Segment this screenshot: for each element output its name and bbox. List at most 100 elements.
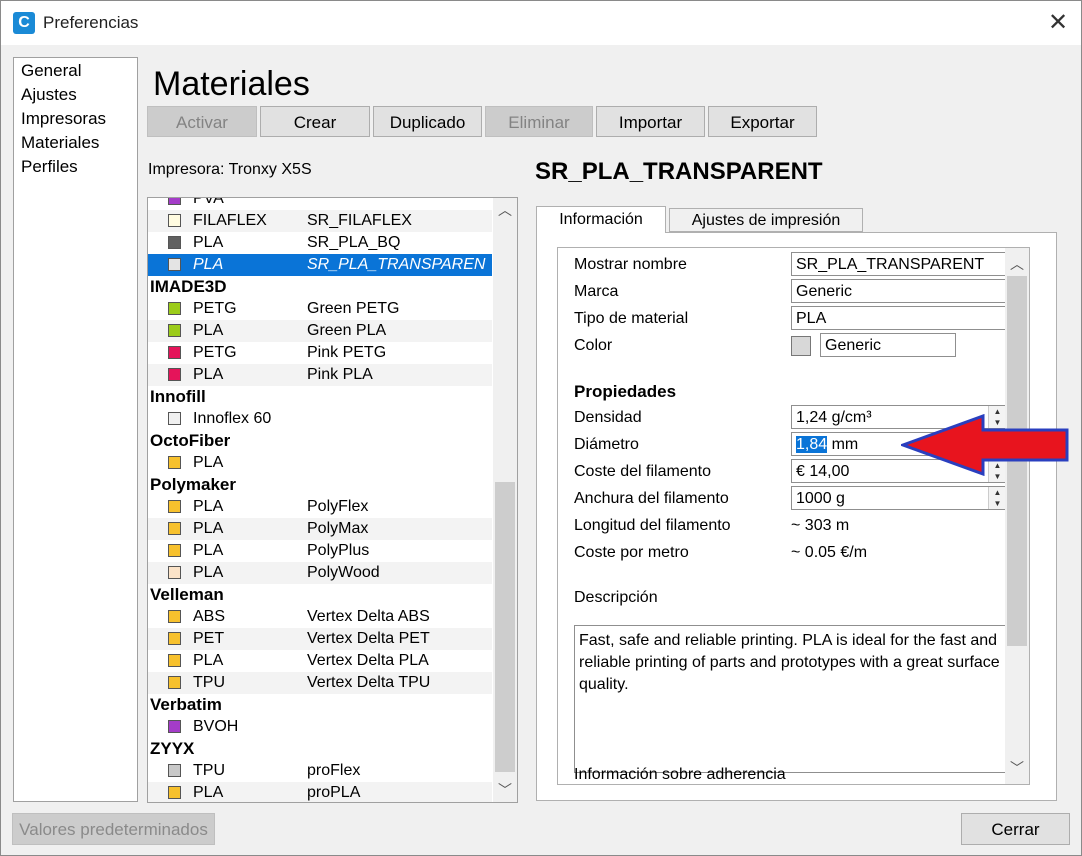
material-row[interactable]: PLA PolyFlex bbox=[148, 496, 492, 518]
material-row[interactable]: PLA SR_PLA_BQ bbox=[148, 232, 492, 254]
material-name: Pink PLA bbox=[307, 366, 373, 383]
material-name: SR_PLA_BQ bbox=[307, 234, 401, 251]
material-color-swatch bbox=[168, 346, 181, 359]
material-row-selected[interactable]: PLA SR_PLA_TRANSPAREN bbox=[148, 254, 492, 276]
material-name: PolyPlus bbox=[307, 542, 370, 559]
duplicate-button[interactable]: Duplicado bbox=[373, 106, 482, 137]
export-button[interactable]: Exportar bbox=[708, 106, 817, 137]
material-row[interactable]: PLA PolyPlus bbox=[148, 540, 492, 562]
material-name: Vertex Delta ABS bbox=[307, 608, 430, 625]
diameter-unit: mm bbox=[827, 436, 859, 453]
close-window-icon[interactable]: ✕ bbox=[1041, 7, 1075, 39]
material-name: PolyFlex bbox=[307, 498, 369, 515]
filament-weight-label: Anchura del filamento bbox=[574, 490, 729, 507]
nav-item-settings[interactable]: Ajustes bbox=[21, 85, 77, 105]
material-row[interactable]: PLA bbox=[148, 452, 492, 474]
filament-cost-value: € 14,00 bbox=[796, 463, 850, 480]
material-row[interactable]: PVA bbox=[148, 198, 492, 210]
material-name: proPLA bbox=[307, 784, 361, 801]
display-name-field[interactable]: SR_PLA_TRANSPARENT bbox=[791, 252, 1007, 276]
display-name-label: Mostrar nombre bbox=[574, 256, 687, 273]
material-row[interactable]: TPU proFlex bbox=[148, 760, 492, 782]
close-button[interactable]: Cerrar bbox=[961, 813, 1070, 845]
material-row[interactable]: PLA Pink PLA bbox=[148, 364, 492, 386]
brand-name: Verbatim bbox=[150, 695, 222, 714]
create-button[interactable]: Crear bbox=[260, 106, 370, 137]
material-type-field[interactable]: PLA bbox=[791, 306, 1007, 330]
material-name: SR_FILAFLEX bbox=[307, 212, 412, 229]
scroll-down-icon[interactable]: ﹀ bbox=[1005, 758, 1029, 778]
material-type: PLA bbox=[193, 652, 224, 669]
tab-print-settings[interactable]: Ajustes de impresión bbox=[669, 208, 863, 232]
material-list-scrollbar[interactable]: ︿ ﹀ bbox=[493, 198, 517, 802]
page-title: Materiales bbox=[153, 65, 310, 103]
material-row[interactable]: PETG Green PETG bbox=[148, 298, 492, 320]
material-row[interactable]: FILAFLEX SR_FILAFLEX bbox=[148, 210, 492, 232]
material-brand-header: Velleman bbox=[148, 584, 492, 606]
material-name: SR_PLA_TRANSPAREN bbox=[307, 256, 486, 273]
filament-weight-field[interactable]: 1000 g ▲ ▼ bbox=[791, 486, 1007, 510]
cura-app-icon: C bbox=[13, 12, 35, 34]
material-row[interactable]: Innoflex 60 bbox=[148, 408, 492, 430]
material-color-swatch bbox=[168, 676, 181, 689]
scroll-down-icon[interactable]: ﹀ bbox=[493, 780, 517, 800]
scrollbar-thumb[interactable] bbox=[495, 482, 515, 772]
material-brand-header: Innofill bbox=[148, 386, 492, 408]
material-row[interactable]: PETG Pink PETG bbox=[148, 342, 492, 364]
filament-weight-spinner-icon[interactable]: ▲ ▼ bbox=[988, 487, 1006, 509]
information-panel: Mostrar nombre SR_PLA_TRANSPARENT Marca … bbox=[536, 232, 1057, 801]
material-row[interactable]: PLA proPLA bbox=[148, 782, 492, 802]
reset-defaults-button[interactable]: Valores predeterminados bbox=[12, 813, 215, 845]
title-bar: C Preferencias ✕ bbox=[1, 1, 1081, 45]
color-name-field[interactable]: Generic bbox=[820, 333, 956, 357]
cost-per-meter-value: ~ 0.05 €/m bbox=[791, 544, 868, 561]
material-row[interactable]: TPU Vertex Delta TPU bbox=[148, 672, 492, 694]
material-color-swatch bbox=[168, 198, 181, 205]
material-row[interactable]: ABS Vertex Delta ABS bbox=[148, 606, 492, 628]
filament-cost-label: Coste del filamento bbox=[574, 463, 711, 480]
material-row[interactable]: PLA Vertex Delta PLA bbox=[148, 650, 492, 672]
brand-name: Velleman bbox=[150, 585, 224, 604]
filament-weight-value: 1000 g bbox=[796, 490, 845, 507]
material-list-rows: PVA FILAFLEX SR_FILAFLEX PLA SR_PLA_BQ PLA SR_… bbox=[148, 198, 492, 802]
material-type: TPU bbox=[193, 762, 225, 779]
cost-per-meter-label: Coste por metro bbox=[574, 544, 689, 561]
material-row[interactable]: BVOH bbox=[148, 716, 492, 738]
red-arrow-annotation-icon bbox=[901, 414, 1069, 476]
material-type: PETG bbox=[193, 344, 237, 361]
material-row[interactable]: PLA PolyMax bbox=[148, 518, 492, 540]
information-scrollbar[interactable]: ︿ ﹀ bbox=[1005, 248, 1029, 784]
import-button[interactable]: Importar bbox=[596, 106, 705, 137]
material-color-swatch bbox=[168, 566, 181, 579]
scroll-up-icon[interactable]: ︿ bbox=[493, 200, 517, 220]
material-type: PLA bbox=[193, 256, 224, 273]
remove-button[interactable]: Eliminar bbox=[485, 106, 593, 137]
nav-item-printers[interactable]: Impresoras bbox=[21, 109, 106, 129]
material-row[interactable]: PET Vertex Delta PET bbox=[148, 628, 492, 650]
brand-field[interactable]: Generic bbox=[791, 279, 1007, 303]
brand-name: OctoFiber bbox=[150, 431, 231, 450]
material-type: PLA bbox=[193, 564, 224, 581]
material-row[interactable]: PLA Green PLA bbox=[148, 320, 492, 342]
material-name: PolyWood bbox=[307, 564, 380, 581]
material-name: Green PETG bbox=[307, 300, 400, 317]
material-type-label: Tipo de material bbox=[574, 310, 689, 327]
material-list[interactable]: PVA FILAFLEX SR_FILAFLEX PLA SR_PLA_BQ PLA SR_… bbox=[147, 197, 518, 803]
description-textarea[interactable]: Fast, safe and reliable printing. PLA is… bbox=[574, 625, 1008, 773]
material-color-swatch bbox=[168, 786, 181, 799]
material-type: PLA bbox=[193, 542, 224, 559]
material-brand-header: OctoFiber bbox=[148, 430, 492, 452]
material-row[interactable]: PLA PolyWood bbox=[148, 562, 492, 584]
nav-item-materials[interactable]: Materiales bbox=[21, 133, 99, 153]
nav-item-profiles[interactable]: Perfiles bbox=[21, 157, 78, 177]
nav-item-general[interactable]: General bbox=[21, 61, 81, 81]
diameter-label: Diámetro bbox=[574, 436, 639, 453]
material-type: PLA bbox=[193, 322, 224, 339]
material-color-swatch bbox=[168, 214, 181, 227]
color-swatch[interactable] bbox=[791, 336, 811, 356]
material-color-swatch bbox=[168, 764, 181, 777]
activate-button[interactable]: Activar bbox=[147, 106, 257, 137]
material-color-swatch bbox=[168, 544, 181, 557]
tab-information[interactable]: Información bbox=[536, 206, 666, 233]
scroll-up-icon[interactable]: ︿ bbox=[1005, 254, 1029, 274]
